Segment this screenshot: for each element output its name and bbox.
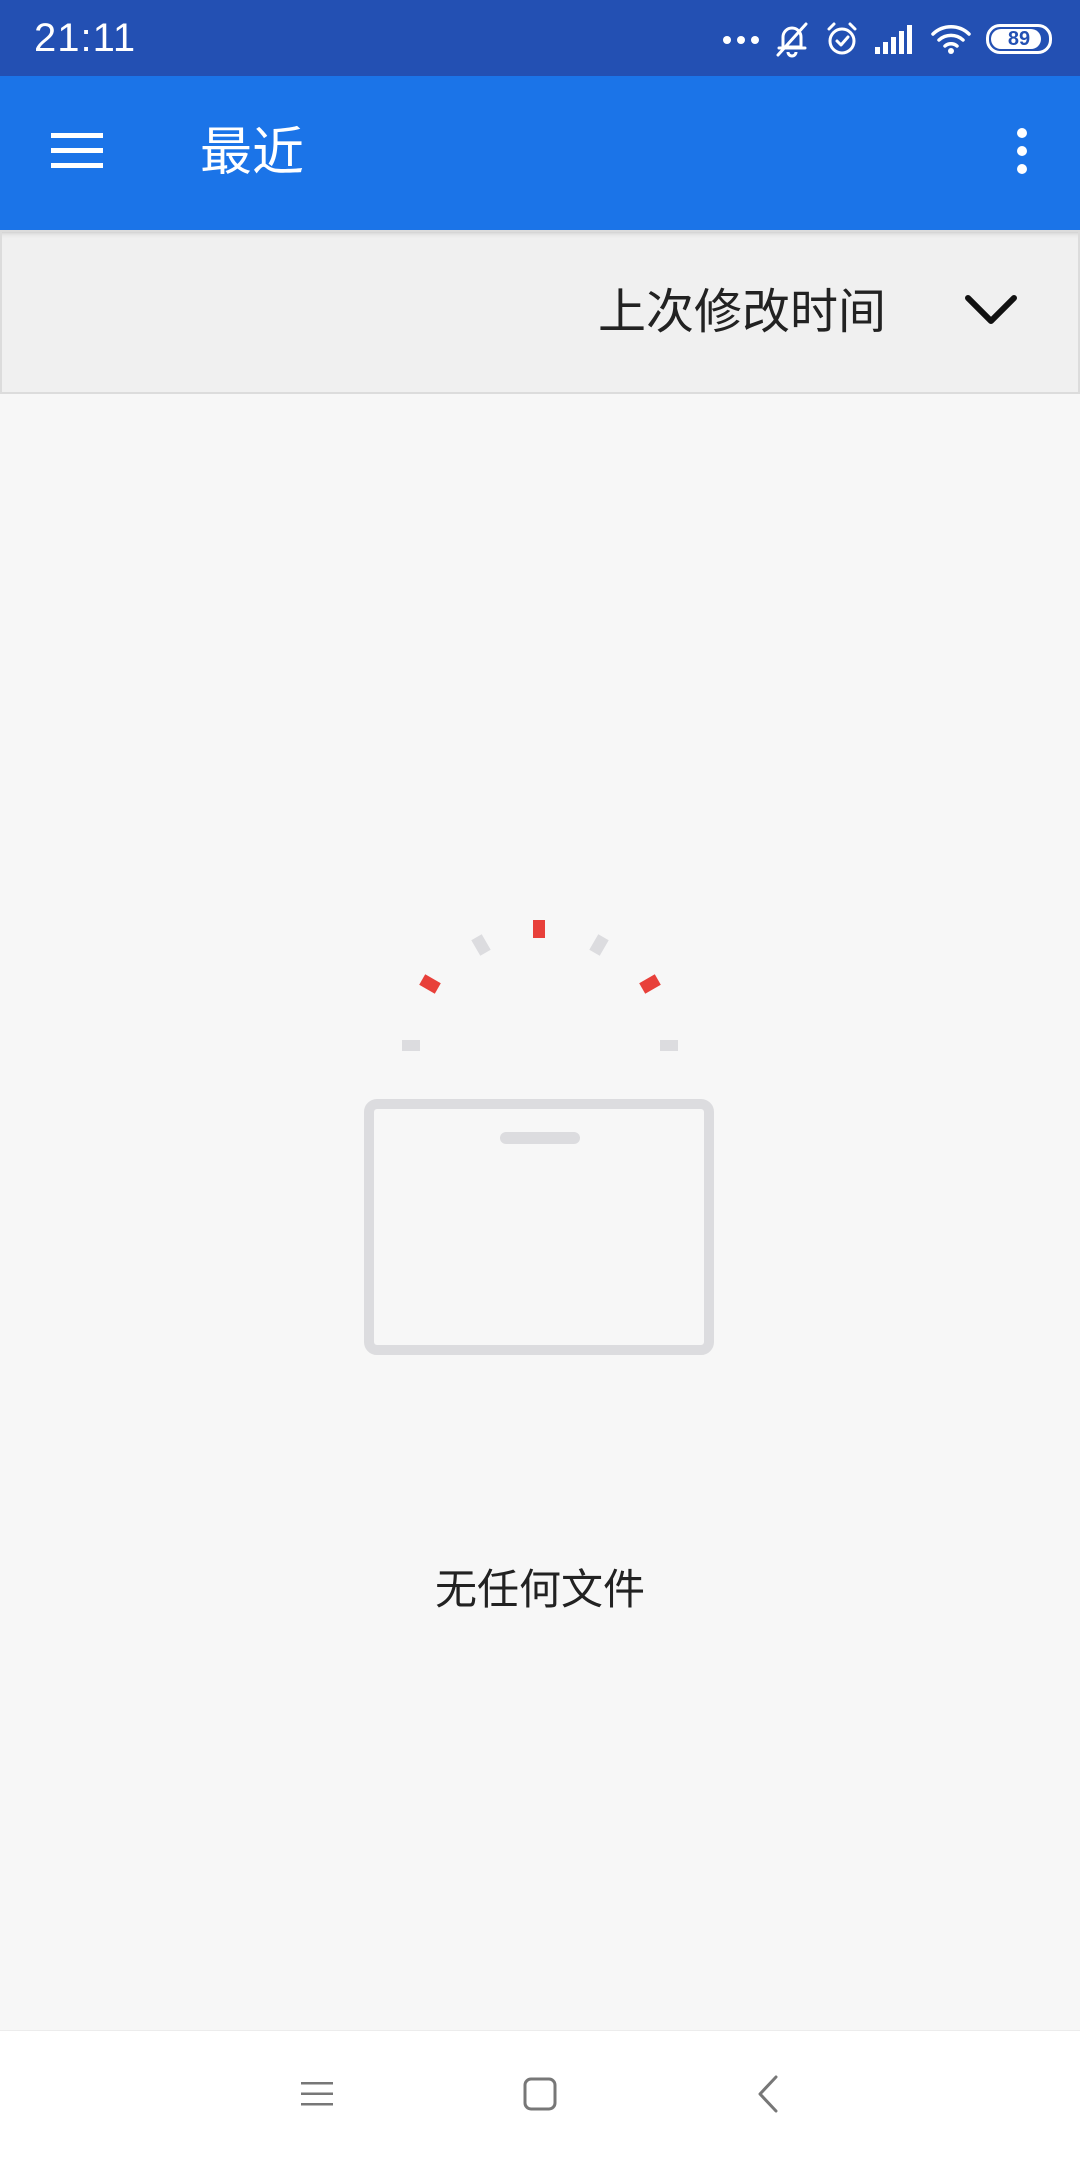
status-time: 21:11 (34, 16, 137, 60)
recent-apps-icon (300, 2079, 334, 2113)
status-bar: 21:11 89 (0, 0, 1080, 76)
recent-apps-button[interactable] (277, 2061, 357, 2131)
sort-dropdown[interactable]: 上次修改时间 (598, 272, 1018, 352)
battery-icon: 89 (986, 24, 1052, 54)
app-bar: 最近 (0, 76, 1080, 230)
battery-level: 89 (1007, 27, 1031, 50)
loading-dashes (402, 920, 678, 1051)
sort-bar: 上次修改时间 (0, 230, 1080, 394)
menu-button[interactable] (40, 119, 114, 187)
empty-message: 无任何文件 (434, 1565, 645, 1614)
bell-off-icon (774, 20, 810, 58)
sort-label: 上次修改时间 (597, 284, 886, 340)
nav-bar (0, 2030, 1080, 2160)
wifi-icon (930, 22, 972, 56)
signal-icon (874, 23, 916, 55)
more-vert-icon (1015, 127, 1029, 179)
hamburger-menu-icon (51, 131, 103, 175)
more-options-button[interactable] (992, 119, 1052, 187)
status-icons: 89 (722, 14, 1052, 64)
empty-folder-icon (340, 920, 740, 1370)
alarm-icon (824, 20, 860, 58)
home-icon (523, 2077, 557, 2115)
screen: 21:11 89 最近 上次修改时间 无任何文件 (0, 0, 1080, 2160)
more-dots-icon (722, 32, 760, 46)
page-title: 最近 (200, 123, 305, 183)
chevron-down-icon (964, 293, 1018, 331)
back-button[interactable] (728, 2061, 808, 2131)
back-icon (756, 2074, 780, 2118)
home-button[interactable] (500, 2061, 580, 2131)
